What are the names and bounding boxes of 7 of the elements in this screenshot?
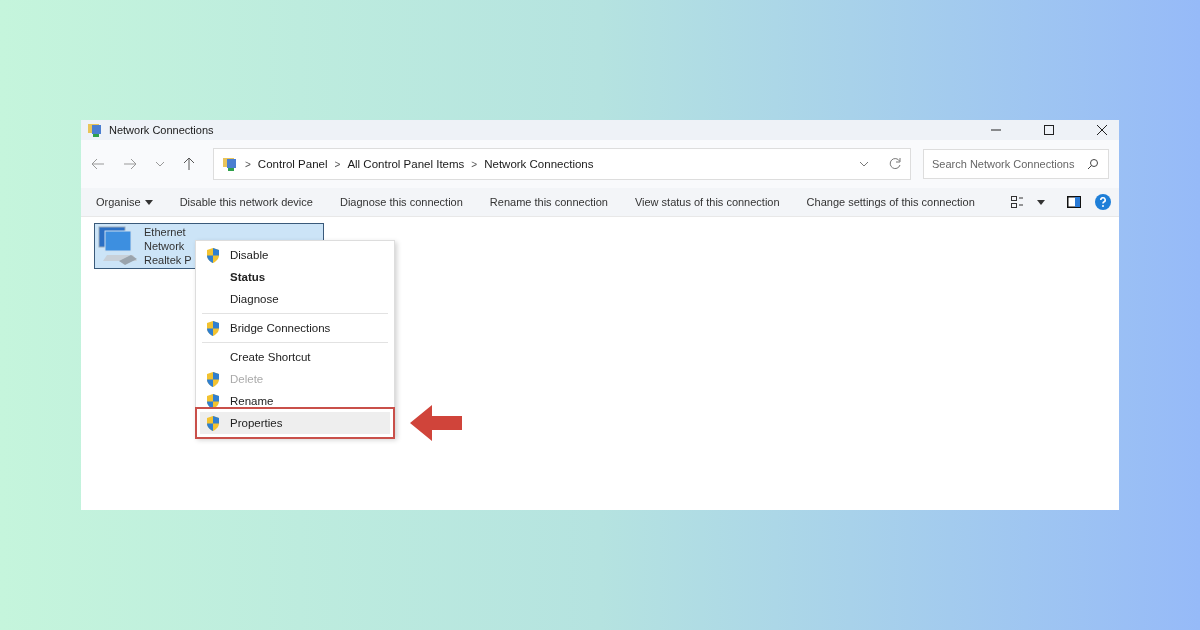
- breadcrumb-separator: >: [334, 158, 341, 170]
- connection-detail: Realtek P: [144, 253, 192, 267]
- connection-detail: Network: [144, 239, 186, 253]
- window-title: Network Connections: [109, 124, 214, 136]
- breadcrumb-separator: >: [245, 158, 251, 170]
- connection-name: Ethernet: [144, 225, 187, 239]
- breadcrumb-separator: >: [471, 158, 478, 170]
